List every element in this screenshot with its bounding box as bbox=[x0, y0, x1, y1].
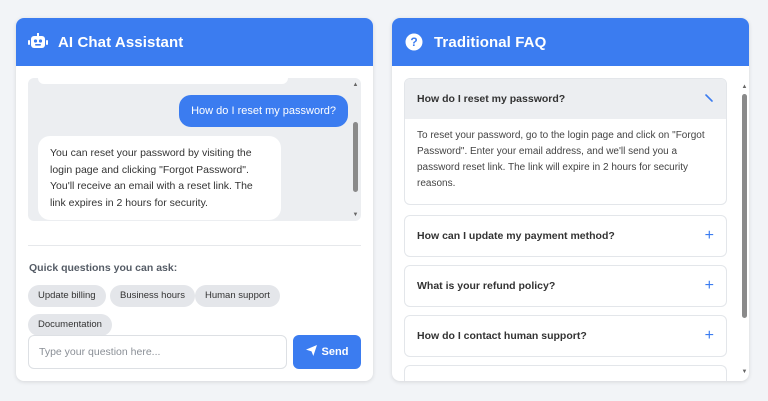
chip-update-billing[interactable]: Update billing bbox=[28, 285, 106, 307]
faq-answer: To reset your password, go to the login … bbox=[417, 130, 705, 189]
faq-scrollbar[interactable]: ▲ ▼ bbox=[741, 84, 748, 376]
scroll-up-icon[interactable]: ▲ bbox=[741, 84, 748, 91]
quick-questions-label: Quick questions you can ask: bbox=[29, 262, 178, 274]
plus-icon: + bbox=[704, 327, 714, 344]
chat-panel: AI Chat Assistant How do I reset my pass… bbox=[16, 18, 373, 381]
faq-item: How do I reset my password? To reset you… bbox=[404, 78, 727, 205]
faq-panel: ? Traditional FAQ How do I reset my pass… bbox=[392, 18, 749, 381]
scroll-down-icon[interactable]: ▼ bbox=[741, 369, 748, 376]
faq-item: How do I contact human support? + bbox=[404, 315, 727, 357]
faq-question: How do I reset my password? bbox=[417, 93, 566, 105]
scrollbar-thumb[interactable] bbox=[742, 94, 747, 318]
faq-question: How can I update my payment method? bbox=[417, 230, 615, 242]
faq-question: How do I contact human support? bbox=[417, 330, 587, 342]
question-circle-icon: ? bbox=[404, 32, 424, 52]
faq-item: How can I update my payment method? + bbox=[404, 215, 727, 257]
faq-header: ? Traditional FAQ bbox=[392, 18, 749, 66]
paper-plane-icon bbox=[305, 345, 317, 359]
faq-question-toggle[interactable]: How do I contact human support? + bbox=[405, 316, 726, 356]
scroll-up-icon[interactable]: ▲ bbox=[352, 82, 359, 89]
faq-title: Traditional FAQ bbox=[434, 33, 547, 51]
robot-icon bbox=[28, 32, 48, 52]
faq-question-toggle[interactable]: How do I reset my password? bbox=[405, 79, 726, 119]
chip-business-hours[interactable]: Business hours bbox=[110, 285, 195, 307]
previous-message-bubble bbox=[38, 78, 288, 84]
send-label: Send bbox=[321, 346, 349, 358]
plus-icon: + bbox=[704, 277, 714, 294]
chat-scrollbar[interactable]: ▲ ▼ bbox=[352, 82, 359, 219]
bot-message: You can reset your password by visiting … bbox=[38, 136, 281, 220]
faq-question-toggle[interactable]: What is your refund policy? + bbox=[405, 266, 726, 306]
chat-messages[interactable]: How do I reset my password? You can rese… bbox=[28, 78, 361, 221]
chat-header: AI Chat Assistant bbox=[16, 18, 373, 66]
faq-item: What is your refund policy? + bbox=[404, 265, 727, 307]
faq-question: What is your refund policy? bbox=[417, 280, 556, 292]
plus-icon: + bbox=[704, 227, 714, 244]
scrollbar-thumb[interactable] bbox=[353, 122, 358, 192]
faq-item-partial bbox=[404, 365, 727, 381]
user-message: How do I reset my password? bbox=[179, 95, 348, 127]
chip-documentation[interactable]: Documentation bbox=[28, 314, 112, 336]
chat-title: AI Chat Assistant bbox=[58, 33, 184, 51]
send-button[interactable]: Send bbox=[293, 335, 361, 369]
svg-text:?: ? bbox=[410, 35, 417, 49]
faq-question-toggle[interactable]: How can I update my payment method? + bbox=[405, 216, 726, 256]
chevron-icon bbox=[704, 93, 714, 106]
scroll-down-icon[interactable]: ▼ bbox=[352, 212, 359, 219]
question-input[interactable] bbox=[28, 335, 287, 369]
chip-human-support[interactable]: Human support bbox=[195, 285, 280, 307]
divider bbox=[28, 245, 361, 246]
